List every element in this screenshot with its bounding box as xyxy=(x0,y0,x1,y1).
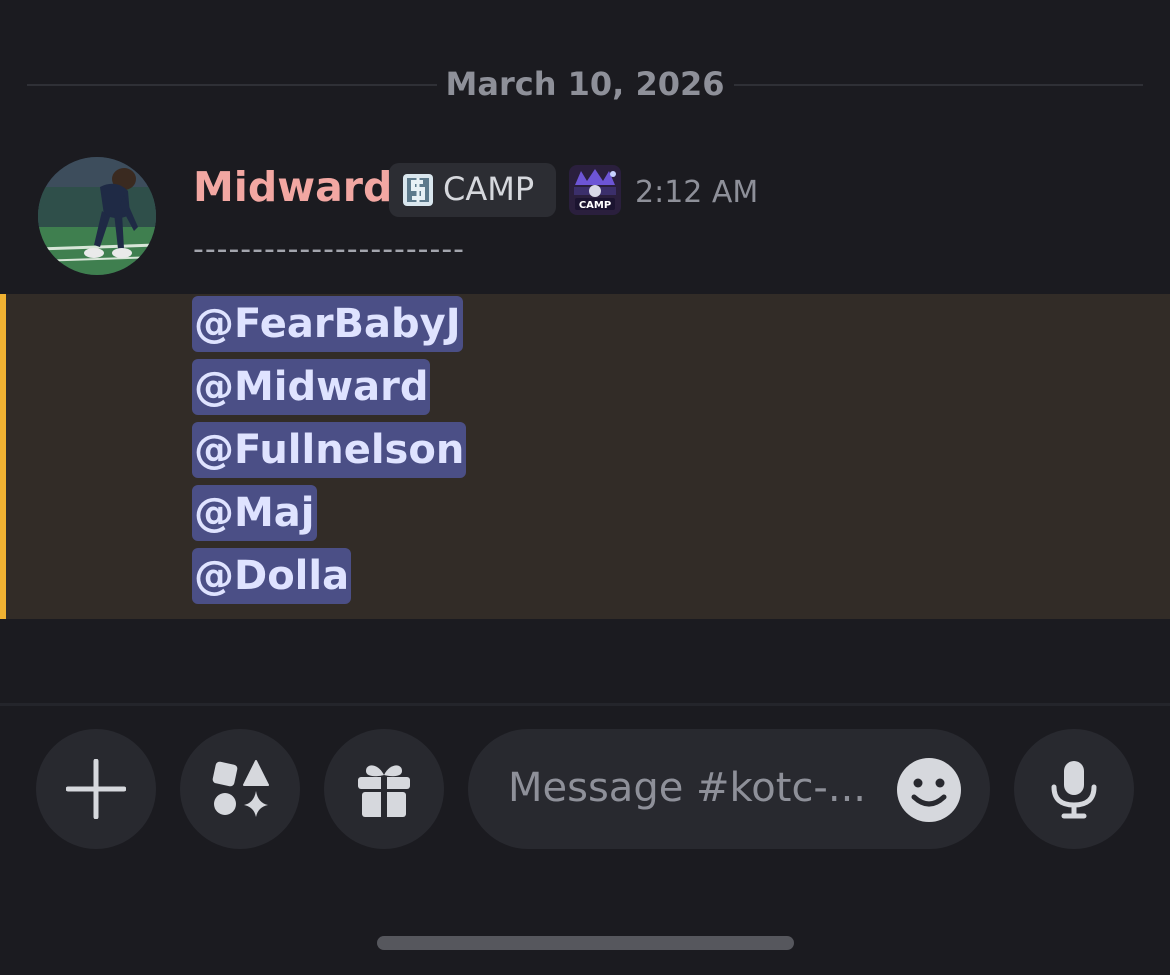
chat-screen: March 10, 2026 Midward CAMP CAMP 2:12 AM… xyxy=(0,0,1170,975)
badge-text: CAMP xyxy=(579,200,611,211)
apps-button[interactable] xyxy=(180,729,300,849)
plus-icon xyxy=(66,759,126,819)
date-divider: March 10, 2026 xyxy=(0,60,1170,110)
mention-highlight-block: @FearBabyJ @Midward @Fullnelson @Maj @Do… xyxy=(0,294,1170,619)
mention-chip[interactable]: @Midward xyxy=(192,359,431,415)
message-input-placeholder: Message #kotc-... xyxy=(508,765,867,811)
role-tag[interactable]: CAMP xyxy=(389,163,556,217)
mention-highlight-bar xyxy=(0,294,6,619)
microphone-icon xyxy=(1051,761,1097,819)
mention-chip[interactable]: @Fullnelson xyxy=(192,422,467,478)
emoji-icon[interactable] xyxy=(896,757,962,823)
message-timestamp: 2:12 AM xyxy=(635,175,759,210)
gift-button[interactable] xyxy=(324,729,444,849)
date-divider-text: March 10, 2026 xyxy=(445,65,725,103)
majik-elite-camp-badge-icon[interactable]: CAMP xyxy=(569,165,621,215)
avatar[interactable] xyxy=(38,157,156,275)
mention-chip[interactable]: @Dolla xyxy=(192,548,352,604)
message-separator: ----------------------- xyxy=(193,232,465,267)
role-tag-label: CAMP xyxy=(443,170,535,208)
divider-line-left xyxy=(27,84,437,86)
composer-divider xyxy=(0,703,1170,706)
mention-chip[interactable]: @FearBabyJ xyxy=(192,296,463,352)
add-attachment-button[interactable] xyxy=(36,729,156,849)
avatar-photo xyxy=(38,157,156,275)
voice-message-button[interactable] xyxy=(1014,729,1134,849)
divider-line-right xyxy=(734,84,1143,86)
dollar-sign-badge-icon xyxy=(403,174,433,206)
mention-chip[interactable]: @Maj xyxy=(192,485,317,541)
message-author[interactable]: Midward xyxy=(193,163,392,211)
gift-icon xyxy=(358,765,410,817)
home-indicator[interactable] xyxy=(377,936,794,950)
message-input[interactable]: Message #kotc-... xyxy=(468,729,990,849)
apps-icon xyxy=(212,760,269,817)
